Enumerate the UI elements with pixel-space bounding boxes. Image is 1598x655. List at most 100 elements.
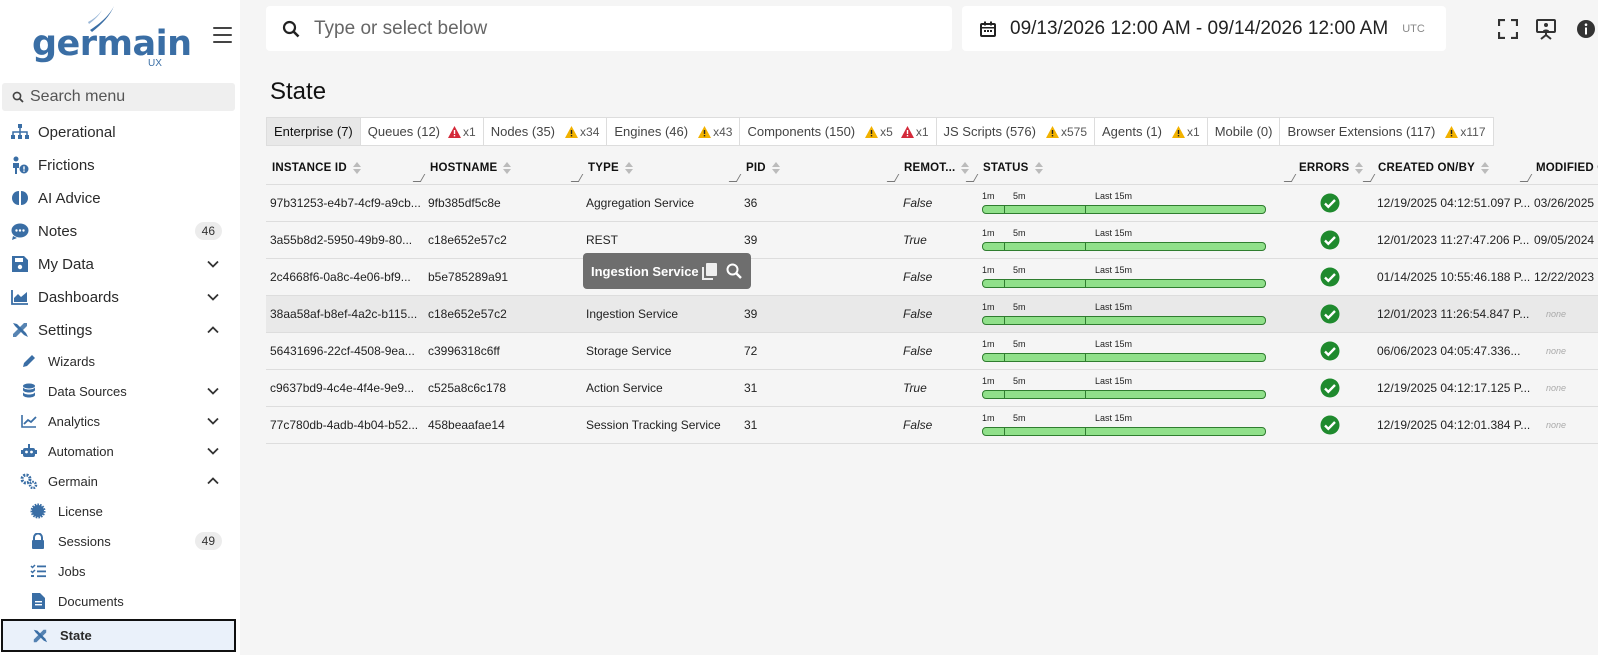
robot-icon — [20, 442, 38, 460]
page-title: State — [270, 78, 327, 105]
tab-browser-extensions[interactable]: Browser Extensions (117) x117 — [1280, 118, 1492, 145]
column-header-status[interactable]: STATUS — [983, 150, 1043, 185]
certificate-icon — [30, 503, 46, 519]
sidebar-item-license[interactable]: License — [0, 497, 240, 525]
global-search-input[interactable] — [314, 17, 914, 40]
tab-agents[interactable]: Agents (1) x1 — [1095, 118, 1208, 145]
fullscreen-icon[interactable] — [1497, 18, 1519, 40]
sidebar-item-notes[interactable]: Notes 46 — [0, 216, 240, 246]
chevron-down-icon[interactable] — [206, 290, 220, 304]
column-header-errors[interactable]: ERRORS — [1299, 150, 1364, 185]
sidebar-item-operational[interactable]: Operational — [0, 117, 240, 147]
search-icon[interactable] — [725, 262, 743, 280]
error-count: x1 — [448, 125, 476, 139]
status-bar[interactable]: 1m 5m Last 15m — [982, 265, 1266, 291]
status-bar[interactable]: 1m 5m Last 15m — [982, 376, 1266, 402]
hamburger-menu-icon[interactable] — [213, 27, 232, 43]
sidebar-item-germain[interactable]: Germain — [0, 467, 240, 495]
column-resize-handle[interactable] — [570, 174, 584, 182]
sidebar-item-jobs[interactable]: Jobs — [0, 557, 240, 585]
table-row[interactable]: 2c4668f6-0a8c-4e06-bf9... b5e785289a91 F… — [266, 259, 1598, 296]
sidebar-item-wizards[interactable]: Wizards — [0, 347, 240, 375]
chevron-down-icon[interactable] — [206, 257, 220, 271]
status-bar[interactable]: 1m 5m Last 15m — [982, 228, 1266, 254]
column-header-instance-id[interactable]: INSTANCE ID — [272, 150, 361, 185]
chevron-down-icon[interactable] — [206, 414, 220, 428]
sidebar-item-documents[interactable]: Documents — [0, 587, 240, 615]
status-bar[interactable]: 1m 5m Last 15m — [982, 191, 1266, 217]
sidebar-item-frictions[interactable]: Frictions — [0, 150, 240, 180]
tab-nodes[interactable]: Nodes (35) x34 — [484, 118, 608, 145]
menu-search[interactable] — [2, 83, 235, 111]
menu-search-input[interactable] — [30, 88, 220, 106]
check-circle-icon — [1320, 193, 1340, 213]
tab-js-scripts[interactable]: JS Scripts (576) x575 — [937, 118, 1096, 145]
modified-cell: 03/26/2025 — [1534, 196, 1595, 210]
sidebar-item-automation[interactable]: Automation — [0, 437, 240, 465]
sidebar-item-label: State — [60, 628, 92, 643]
table-row[interactable]: 77c780db-4adb-4b04-b52... 458beaafae14 S… — [266, 407, 1598, 444]
remote-cell: True — [903, 381, 927, 395]
table-row[interactable]: c9637bd9-4c4e-4f4e-9e9... c525a8c6c178 A… — [266, 370, 1598, 407]
tab-engines[interactable]: Engines (46) x43 — [607, 118, 741, 145]
column-header-type[interactable]: TYPE — [588, 150, 633, 185]
area-chart-icon — [10, 287, 30, 307]
sidebar-item-dashboards[interactable]: Dashboards — [0, 282, 240, 312]
presentation-icon[interactable] — [1535, 18, 1557, 40]
warning-count: x43 — [698, 125, 732, 139]
sidebar-item-data-sources[interactable]: Data Sources — [0, 377, 240, 405]
app: germain UX Operational Frictions AI Advi… — [0, 0, 1598, 655]
tab-mobile[interactable]: Mobile (0) — [1208, 118, 1281, 145]
column-resize-handle[interactable] — [412, 174, 426, 182]
column-header-hostname[interactable]: HOSTNAME — [430, 150, 512, 185]
chevron-up-icon[interactable] — [206, 323, 220, 337]
column-header-created[interactable]: CREATED ON/BY — [1378, 150, 1489, 185]
sort-icon — [1355, 161, 1364, 174]
column-resize-handle[interactable] — [1283, 174, 1297, 182]
sidebar-item-settings[interactable]: Settings — [0, 315, 240, 345]
chevron-down-icon[interactable] — [206, 384, 220, 398]
sidebar-item-analytics[interactable]: Analytics — [0, 407, 240, 435]
table-row[interactable]: 56431696-22cf-4508-9ea... c3996318c6ff S… — [266, 333, 1598, 370]
sidebar-item-my-data[interactable]: My Data — [0, 249, 240, 279]
warning-count: x1 — [1172, 125, 1200, 139]
tab-queues[interactable]: Queues (12) x1 — [361, 118, 484, 145]
tab-enterprise[interactable]: Enterprise (7) — [267, 118, 361, 145]
column-resize-handle[interactable] — [1519, 174, 1533, 182]
column-header-pid[interactable]: PID — [746, 150, 780, 185]
germain-logo[interactable]: germain UX — [30, 4, 192, 72]
chevron-down-icon[interactable] — [206, 444, 220, 458]
instance-id-cell: 38aa58af-b8ef-4a2c-b115... — [270, 307, 418, 321]
column-resize-handle[interactable] — [886, 174, 900, 182]
column-header-modified[interactable]: MODIFIED O — [1536, 150, 1598, 185]
column-header-remote[interactable]: REMOT... — [904, 150, 970, 185]
hostname-cell: c3996318c6ff — [428, 344, 500, 358]
tab-components[interactable]: Components (150) x5 x1 — [740, 118, 937, 145]
chevron-up-icon[interactable] — [206, 474, 220, 488]
table-row[interactable]: 97b31253-e4b7-4cf9-a9cb... 9fb385df5c8e … — [266, 185, 1598, 222]
sidebar-item-ai-advice[interactable]: AI Advice — [0, 183, 240, 213]
date-range-picker[interactable]: 09/13/2026 12:00 AM - 09/14/2026 12:00 A… — [962, 6, 1446, 51]
check-circle-icon — [1320, 304, 1340, 324]
sidebar-item-label: Notes — [38, 222, 78, 240]
warning-triangle-icon — [865, 125, 879, 138]
table-row[interactable]: 3a55b8d2-5950-49b9-80... c18e652e57c2 RE… — [266, 222, 1598, 259]
sidebar-item-state[interactable]: State — [1, 619, 236, 652]
table-row[interactable]: 38aa58af-b8ef-4a2c-b115... c18e652e57c2 … — [266, 296, 1598, 333]
sidebar-item-label: Automation — [48, 443, 114, 459]
grid-header: INSTANCE ID HOSTNAME TYPE PID REMOT... S… — [266, 150, 1598, 185]
status-bar[interactable]: 1m 5m Last 15m — [982, 413, 1266, 439]
global-search[interactable] — [266, 6, 952, 51]
status-bar[interactable]: 1m 5m Last 15m — [982, 339, 1266, 365]
type-cell: Aggregation Service — [586, 196, 695, 210]
hostname-cell: c18e652e57c2 — [428, 233, 507, 247]
cell-value-tooltip: Ingestion Service — [583, 253, 751, 289]
sidebar-item-sessions[interactable]: Sessions 49 — [0, 527, 240, 555]
sidebar-item-label: Operational — [38, 123, 116, 141]
tools-icon — [32, 628, 48, 644]
info-icon[interactable] — [1575, 18, 1597, 40]
column-resize-handle[interactable] — [728, 174, 742, 182]
copy-icon[interactable] — [701, 262, 719, 280]
column-resize-handle[interactable] — [1362, 174, 1376, 182]
status-bar[interactable]: 1m 5m Last 15m — [982, 302, 1266, 328]
